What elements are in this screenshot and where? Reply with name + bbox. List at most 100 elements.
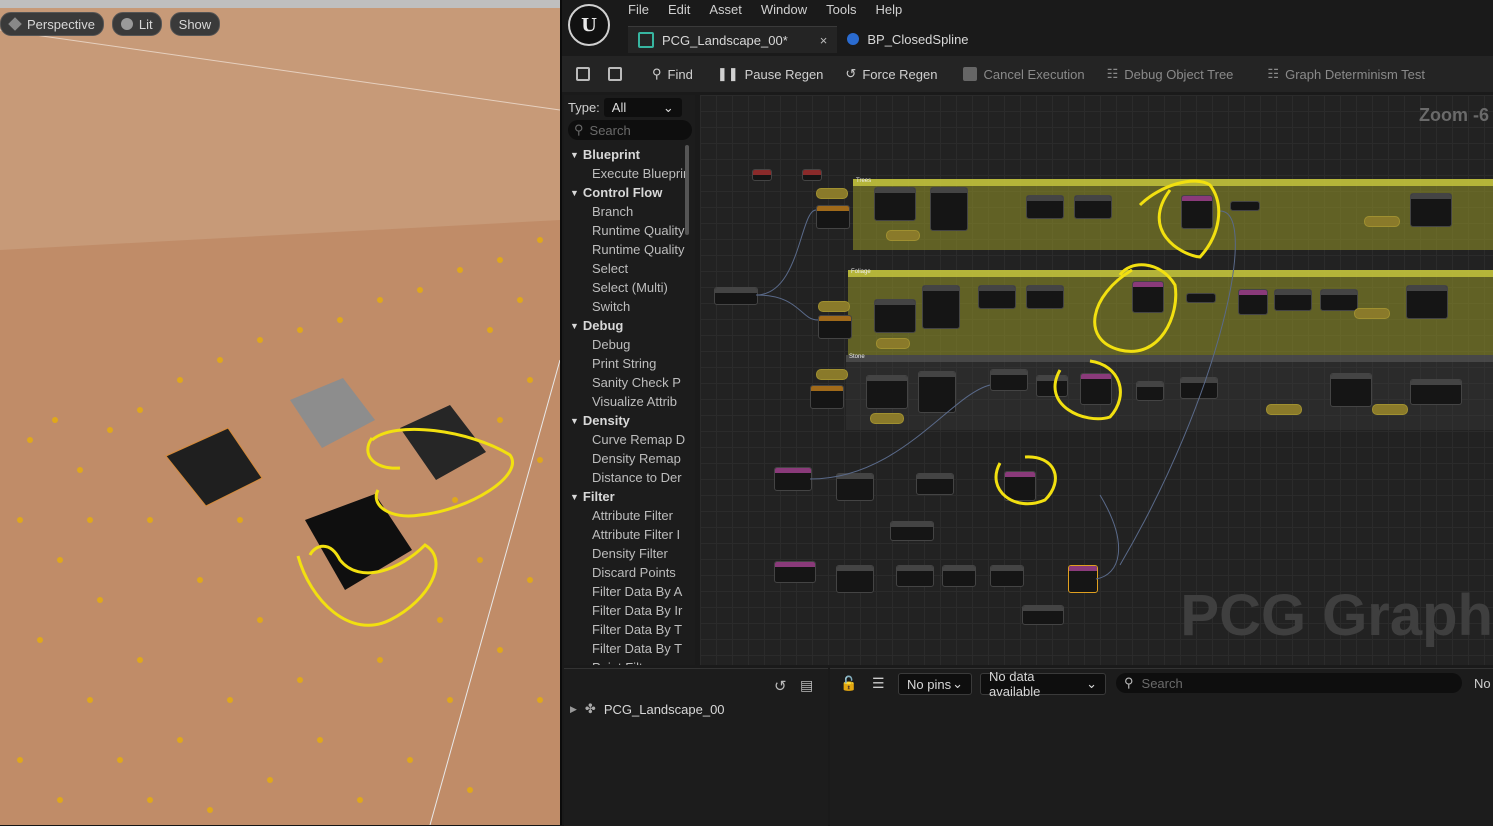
palette-item[interactable]: Attribute Filter xyxy=(564,506,689,525)
pins-dropdown[interactable]: No pins ⌄ xyxy=(898,673,972,695)
pcg-graph-canvas[interactable]: Trees Foliage Stone Zoom -6 PCG Graph xyxy=(700,95,1493,665)
data-dropdown[interactable]: No data available ⌄ xyxy=(980,669,1106,699)
menu-tools[interactable]: Tools xyxy=(826,2,869,17)
document-tabs: PCG_Landscape_00* × BP_ClosedSpline xyxy=(628,26,979,53)
palette-search-input[interactable]: ⚲ Search xyxy=(568,120,692,140)
palette-item[interactable]: Branch xyxy=(564,202,689,221)
palette-row-label: Runtime Quality xyxy=(592,242,685,257)
lit-label: Lit xyxy=(138,16,153,32)
search-icon: ⚲ xyxy=(652,66,662,81)
palette-row-label: Density Remap xyxy=(592,451,681,466)
force-regen-label: Force Regen xyxy=(862,66,938,82)
chevron-down-icon: ⌄ xyxy=(662,99,674,115)
tab-bp-closedspline[interactable]: BP_ClosedSpline xyxy=(837,26,978,52)
perspective-button[interactable]: Perspective xyxy=(0,12,104,36)
attribute-search-input[interactable]: ⚲ Search xyxy=(1116,673,1462,693)
refresh-icon: ↺ xyxy=(845,66,857,81)
palette-item[interactable]: Switch xyxy=(564,297,689,316)
palette-row-label: Control Flow xyxy=(582,185,663,200)
show-button[interactable]: Show xyxy=(169,12,221,36)
lock-icon[interactable]: 🔓 xyxy=(840,675,857,692)
collapse-arrow-icon[interactable]: ▼ xyxy=(570,150,579,160)
expand-arrow-icon[interactable]: ▶ xyxy=(570,704,577,715)
palette-item[interactable]: Discard Points xyxy=(564,563,689,582)
palette-item[interactable]: Distance to Der xyxy=(564,468,689,487)
unreal-logo-icon[interactable]: U xyxy=(568,4,610,46)
palette-category[interactable]: ▼ Control Flow xyxy=(564,183,689,202)
tab-pcg-landscape[interactable]: PCG_Landscape_00* × xyxy=(628,26,838,53)
menu-asset[interactable]: Asset xyxy=(709,2,755,17)
type-value: All xyxy=(611,100,627,115)
pcg-editor: U File Edit Asset Window Tools Help PCG_… xyxy=(562,0,1493,826)
pause-icon: ❚❚ xyxy=(716,66,739,81)
tree-item-pcg-landscape[interactable]: ▶ ✤ PCG_Landscape_00 xyxy=(570,701,725,717)
palette-item[interactable]: Print String xyxy=(564,354,689,373)
palette-item[interactable]: Select xyxy=(564,259,689,278)
graph-determinism-test-button[interactable]: ☷ Graph Determinism Test xyxy=(1267,66,1425,82)
palette-item[interactable]: Execute Blueprint xyxy=(564,164,689,183)
palette-row-label: Filter Data By T xyxy=(592,641,683,656)
menu-window[interactable]: Window xyxy=(761,2,820,17)
palette-category[interactable]: ▼ Filter xyxy=(564,487,689,506)
palette-row-label: Curve Remap D xyxy=(592,432,686,447)
palette-item[interactable]: Runtime Quality xyxy=(564,221,689,240)
menu-bar: File Edit Asset Window Tools Help xyxy=(628,2,921,17)
palette-row-label: Distance to Der xyxy=(592,470,682,485)
pause-regen-button[interactable]: ❚❚ Pause Regen xyxy=(717,66,824,82)
palette-row-label: Switch xyxy=(592,299,631,314)
palette-item[interactable]: Filter Data By A xyxy=(564,582,689,601)
palette-row-label: Filter Data By A xyxy=(592,584,683,599)
palette-category[interactable]: ▼ Density xyxy=(564,411,689,430)
pcg-graph-icon xyxy=(638,32,654,48)
palette-item[interactable]: Debug xyxy=(564,335,689,354)
menu-edit[interactable]: Edit xyxy=(668,2,703,17)
menu-help[interactable]: Help xyxy=(875,2,915,17)
palette-item[interactable]: Visualize Attrib xyxy=(564,392,689,411)
refresh-icon[interactable]: ↺ xyxy=(774,677,787,695)
show-label: Show xyxy=(178,16,212,32)
palette-item[interactable]: Sanity Check P xyxy=(564,373,689,392)
palette-item[interactable]: Select (Multi) xyxy=(564,278,689,297)
collapse-arrow-icon[interactable]: ▼ xyxy=(570,492,579,502)
palette-item[interactable]: Filter Data By Ir xyxy=(564,601,689,620)
search-icon: ⚲ xyxy=(574,122,584,137)
debug-object-tree-label: Debug Object Tree xyxy=(1124,66,1234,82)
lit-button[interactable]: Lit xyxy=(111,12,162,36)
palette-item[interactable]: Filter Data By T xyxy=(564,620,689,639)
palette-category[interactable]: ▼ Debug xyxy=(564,316,689,335)
filter-icon[interactable]: ☰ xyxy=(872,675,885,692)
palette-row-label: Attribute Filter I xyxy=(592,527,681,542)
palette-row-label: Point Filter xyxy=(592,660,654,665)
palette-item[interactable]: Density Filter xyxy=(564,544,689,563)
browse-icon[interactable]: ▤ xyxy=(800,677,813,694)
tree-item-label: PCG_Landscape_00 xyxy=(603,701,725,717)
force-regen-button[interactable]: ↺ Force Regen xyxy=(845,66,937,82)
palette-item[interactable]: Runtime Quality xyxy=(564,240,689,259)
browse-button[interactable] xyxy=(608,67,622,81)
collapse-arrow-icon[interactable]: ▼ xyxy=(570,321,579,331)
cancel-execution-button[interactable]: Cancel Execution xyxy=(963,67,1085,82)
save-icon xyxy=(576,67,590,81)
find-button[interactable]: ⚲ Find xyxy=(652,66,693,82)
bottom-panels: ↺ ▤ ▶ ✤ PCG_Landscape_00 🔓 ☰ No pins ⌄ N… xyxy=(562,668,1493,826)
menu-file[interactable]: File xyxy=(628,2,662,17)
palette-item[interactable]: Point Filter xyxy=(564,658,689,665)
browse-folder-icon xyxy=(608,67,622,81)
palette-item[interactable]: Attribute Filter I xyxy=(564,525,689,544)
type-dropdown[interactable]: All ⌄ xyxy=(603,98,682,117)
debug-object-tree-button[interactable]: ☷ Debug Object Tree xyxy=(1107,66,1234,82)
palette-row-label: Branch xyxy=(592,204,634,219)
palette-item[interactable]: Filter Data By T xyxy=(564,639,689,658)
collapse-arrow-icon[interactable]: ▼ xyxy=(570,188,579,198)
save-button[interactable] xyxy=(576,67,590,81)
palette-row-label: Filter xyxy=(582,489,615,504)
level-viewport[interactable]: Perspective Lit Show xyxy=(0,0,560,825)
palette-scrollbar[interactable] xyxy=(685,145,689,235)
palette-item[interactable]: Curve Remap D xyxy=(564,430,689,449)
palette-item[interactable]: Density Remap xyxy=(564,449,689,468)
close-icon[interactable]: × xyxy=(820,33,828,48)
stop-icon xyxy=(963,67,978,81)
palette-category[interactable]: ▼ Blueprint xyxy=(564,145,689,164)
collapse-arrow-icon[interactable]: ▼ xyxy=(570,416,579,426)
viewport-toolbar: Perspective Lit Show xyxy=(0,12,221,36)
